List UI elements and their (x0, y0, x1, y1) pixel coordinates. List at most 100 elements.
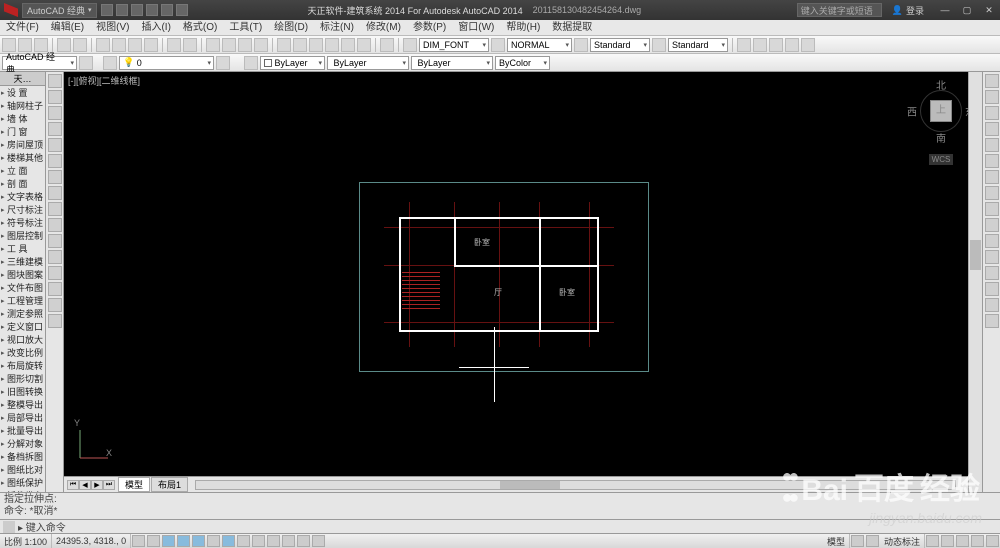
tab-first-icon[interactable]: ⏮ (67, 480, 79, 490)
rect-icon[interactable] (48, 138, 62, 152)
array-icon[interactable] (985, 138, 999, 152)
palette-item-27[interactable]: ▸分解对象 (0, 437, 45, 450)
tb-zoomprev-icon[interactable] (254, 38, 268, 52)
tb-help-icon[interactable] (380, 38, 394, 52)
tb-measure-icon[interactable] (737, 38, 751, 52)
trim-icon[interactable] (985, 218, 999, 232)
break-icon[interactable] (985, 250, 999, 264)
wcs-label[interactable]: WCS (929, 154, 954, 165)
account-button[interactable]: 👤登录 (892, 4, 924, 17)
erase-icon[interactable] (985, 74, 999, 88)
polar-toggle-icon[interactable] (177, 535, 190, 547)
viewcube-top-icon[interactable]: 上 (930, 100, 952, 122)
tb-match-icon[interactable] (144, 38, 158, 52)
palette-item-30[interactable]: ▸图纸保护 (0, 476, 45, 489)
tb-copy-icon[interactable] (112, 38, 126, 52)
menu-file[interactable]: 文件(F) (0, 20, 45, 35)
view-cube[interactable]: 上 北 南 西 东 WCS (920, 76, 962, 165)
snap-toggle-icon[interactable] (132, 535, 145, 547)
textstyle-combo[interactable]: NORMAL (507, 38, 572, 52)
palette-item-11[interactable]: ▸图层控制 (0, 229, 45, 242)
palette-item-15[interactable]: ▸文件布图 (0, 281, 45, 294)
menu-extract[interactable]: 数据提取 (546, 20, 598, 35)
otrack-toggle-icon[interactable] (207, 535, 220, 547)
plotstyle-combo[interactable]: ByColor (495, 56, 550, 70)
tpy-toggle-icon[interactable] (267, 535, 280, 547)
help-search-input[interactable]: 键入关键字或短语 (797, 3, 882, 17)
table-icon[interactable] (48, 314, 62, 328)
tb-zoom-icon[interactable] (222, 38, 236, 52)
tab-layout1[interactable]: 布局1 (151, 477, 188, 492)
palette-item-23[interactable]: ▸旧图转换 (0, 385, 45, 398)
insert-icon[interactable] (48, 266, 62, 280)
palette-item-25[interactable]: ▸局部导出 (0, 411, 45, 424)
status-grid-icon[interactable] (851, 535, 864, 547)
linetype-combo[interactable]: ByLayer (327, 56, 409, 70)
join-icon[interactable] (985, 266, 999, 280)
explode-icon[interactable] (985, 314, 999, 328)
spline-icon[interactable] (48, 186, 62, 200)
tablestyle-combo-1[interactable]: Standard (590, 38, 650, 52)
palette-header[interactable]: 天… (0, 72, 45, 86)
menu-modify[interactable]: 修改(M) (360, 20, 407, 35)
scale-icon[interactable] (985, 186, 999, 200)
chamfer-icon[interactable] (985, 282, 999, 296)
color-combo[interactable]: ByLayer (260, 56, 325, 70)
tb-wsgear-icon[interactable] (79, 56, 93, 70)
qat-undo-icon[interactable] (161, 4, 173, 16)
palette-item-8[interactable]: ▸文字表格 (0, 190, 45, 203)
dyn-toggle-icon[interactable] (237, 535, 250, 547)
circle-icon[interactable] (48, 106, 62, 120)
menu-format[interactable]: 格式(O) (177, 20, 223, 35)
minimize-button[interactable]: — (934, 2, 956, 18)
copy-icon[interactable] (985, 90, 999, 104)
menu-draw[interactable]: 绘图(D) (268, 20, 314, 35)
palette-item-17[interactable]: ▸测定参照 (0, 307, 45, 320)
tb-zoomwin-icon[interactable] (238, 38, 252, 52)
hatch-icon[interactable] (48, 202, 62, 216)
tb-calc-icon[interactable] (357, 38, 371, 52)
block-icon[interactable] (48, 250, 62, 264)
sc-toggle-icon[interactable] (297, 535, 310, 547)
palette-item-5[interactable]: ▸楼梯其他 (0, 151, 45, 164)
tab-next-icon[interactable]: ▶ (91, 480, 103, 490)
palette-item-10[interactable]: ▸符号标注 (0, 216, 45, 229)
dimstyle-combo[interactable]: DIM_FONT (419, 38, 489, 52)
mirror-icon[interactable] (985, 106, 999, 120)
tb-id-icon[interactable] (785, 38, 799, 52)
qat-save-icon[interactable] (131, 4, 143, 16)
layer-combo[interactable]: 💡 0 (119, 56, 214, 70)
palette-item-28[interactable]: ▸备档拆图 (0, 450, 45, 463)
status-lock-icon[interactable] (941, 535, 954, 547)
tb-text-icon[interactable] (491, 38, 505, 52)
tab-last-icon[interactable]: ⏭ (103, 480, 115, 490)
palette-item-9[interactable]: ▸尺寸标注 (0, 203, 45, 216)
workspace-combo[interactable]: AutoCAD 经典 (2, 56, 77, 70)
point-icon[interactable] (48, 282, 62, 296)
tb-props-icon[interactable] (277, 38, 291, 52)
tb-ssm-icon[interactable] (325, 38, 339, 52)
close-button[interactable]: ✕ (978, 2, 1000, 18)
menu-window[interactable]: 窗口(W) (452, 20, 500, 35)
menu-view[interactable]: 视图(V) (90, 20, 135, 35)
am-toggle-icon[interactable] (312, 535, 325, 547)
tablestyle-combo-2[interactable]: Standard (668, 38, 728, 52)
palette-item-0[interactable]: ▸设 置 (0, 86, 45, 99)
ellipse-icon[interactable] (48, 170, 62, 184)
tb-list-icon[interactable] (769, 38, 783, 52)
tb-ml-icon[interactable] (652, 38, 666, 52)
arc-icon[interactable] (48, 122, 62, 136)
palette-item-7[interactable]: ▸剖 面 (0, 177, 45, 190)
tb-preview-icon[interactable] (73, 38, 87, 52)
tb-layeriso-icon[interactable] (216, 56, 230, 70)
move-icon[interactable] (985, 154, 999, 168)
qat-redo-icon[interactable] (176, 4, 188, 16)
drawing-canvas[interactable]: [-][俯视][二维线框] 卧室 厅 卧室 (64, 72, 968, 476)
stretch-icon[interactable] (985, 202, 999, 216)
palette-item-24[interactable]: ▸整模导出 (0, 398, 45, 411)
fillet-icon[interactable] (985, 298, 999, 312)
text-icon[interactable] (48, 218, 62, 232)
line-icon[interactable] (48, 74, 62, 88)
qat-new-icon[interactable] (101, 4, 113, 16)
status-model[interactable]: 模型 (823, 534, 850, 548)
